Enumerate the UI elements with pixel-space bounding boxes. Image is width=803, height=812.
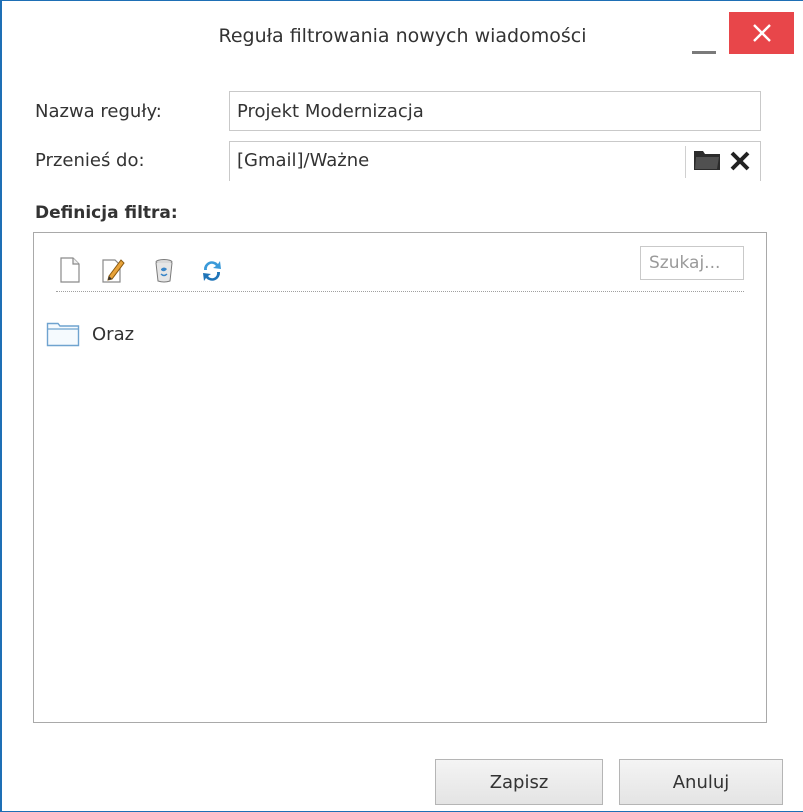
field-separator bbox=[685, 146, 686, 178]
browse-folder-icon[interactable] bbox=[692, 148, 722, 172]
dialog-title: Reguła filtrowania nowych wiadomości bbox=[218, 25, 587, 47]
close-icon bbox=[752, 24, 771, 42]
clear-icon[interactable] bbox=[728, 149, 752, 173]
rule-name-value: Projekt Modernizacja bbox=[237, 100, 424, 122]
new-document-icon[interactable] bbox=[58, 256, 82, 284]
delete-icon[interactable] bbox=[152, 256, 176, 284]
minimize-button[interactable] bbox=[688, 28, 720, 58]
title-bar: Reguła filtrowania nowych wiadomości bbox=[2, 1, 803, 81]
rule-name-label: Nazwa reguły: bbox=[35, 101, 162, 122]
move-to-value: [Gmail]/Ważne bbox=[237, 150, 370, 171]
tree-item-oraz[interactable]: Oraz bbox=[46, 319, 134, 349]
save-button[interactable]: Zapisz bbox=[435, 759, 603, 805]
rule-name-input[interactable]: Projekt Modernizacja bbox=[229, 91, 761, 131]
edit-icon[interactable] bbox=[101, 256, 125, 284]
filter-definition-title: Definicja filtra: bbox=[35, 203, 178, 223]
tree-item-label: Oraz bbox=[92, 323, 135, 345]
move-to-field[interactable]: [Gmail]/Ważne bbox=[229, 141, 761, 181]
move-to-label: Przenieś do: bbox=[35, 150, 145, 171]
folder-icon bbox=[46, 322, 80, 347]
search-placeholder: Szukaj... bbox=[649, 253, 721, 273]
filter-rule-dialog: Reguła filtrowania nowych wiadomości Naz… bbox=[0, 0, 803, 812]
minimize-icon bbox=[692, 51, 716, 54]
close-button[interactable] bbox=[729, 12, 794, 54]
search-input[interactable]: Szukaj... bbox=[640, 246, 744, 280]
filter-definition-panel: Szukaj... Oraz bbox=[33, 232, 767, 723]
toolbar-divider bbox=[56, 291, 744, 292]
cancel-button[interactable]: Anuluj bbox=[619, 759, 783, 805]
refresh-icon[interactable] bbox=[200, 256, 224, 284]
